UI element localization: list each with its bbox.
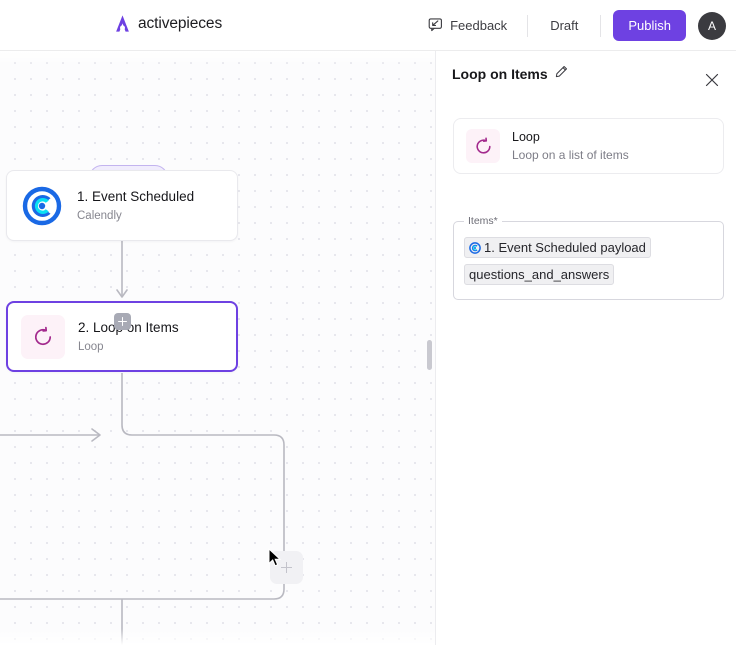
app-root: activepieces Feedback Draft Publish A <box>0 0 736 645</box>
pencil-icon[interactable] <box>555 65 568 83</box>
items-input[interactable]: Items* 1. Event Scheduled payload questi… <box>453 221 724 300</box>
avatar[interactable]: A <box>698 12 726 40</box>
flow-canvas[interactable]: Test flow 1. Event Scheduled Calendly <box>0 51 435 645</box>
close-icon[interactable] <box>705 73 719 92</box>
items-label: Items* <box>464 215 502 227</box>
mouse-cursor <box>268 548 282 573</box>
calendly-icon <box>20 184 64 228</box>
flow-node-subtitle: Loop <box>78 340 179 355</box>
loop-icon <box>21 315 65 359</box>
brand-logo[interactable]: activepieces <box>114 14 222 33</box>
brand-name: activepieces <box>138 15 222 33</box>
step-settings-panel: Loop on Items Loop <box>435 51 736 645</box>
app-header: activepieces Feedback Draft Publish A <box>0 0 736 51</box>
page-title: Loop on Items <box>452 66 548 82</box>
loop-icon <box>466 129 500 163</box>
add-step-button-1[interactable] <box>114 313 131 330</box>
calendly-icon <box>469 237 481 262</box>
draft-status-button[interactable]: Draft <box>536 13 592 38</box>
piece-name: Loop <box>512 129 629 146</box>
feedback-button[interactable]: Feedback <box>416 12 519 40</box>
header-actions: Feedback Draft Publish A <box>416 0 726 51</box>
piece-description: Loop on a list of items <box>512 147 629 163</box>
activepieces-logo-icon <box>114 14 131 33</box>
piece-texts: Loop Loop on a list of items <box>512 129 629 163</box>
feedback-label: Feedback <box>450 18 507 33</box>
flow-node-title: 1. Event Scheduled <box>77 188 194 206</box>
header-divider-2 <box>600 15 601 37</box>
header-divider-1 <box>527 15 528 37</box>
flow-node-texts: 1. Event Scheduled Calendly <box>77 188 194 224</box>
feedback-message-icon <box>428 17 443 35</box>
items-token-chip[interactable]: 1. Event Scheduled payload questions_and… <box>464 237 651 285</box>
canvas-scrollbar[interactable] <box>427 340 432 370</box>
flow-node-event-scheduled[interactable]: 1. Event Scheduled Calendly <box>6 170 238 241</box>
publish-button[interactable]: Publish <box>613 10 686 41</box>
items-token-text: 1. Event Scheduled payload questions_and… <box>469 240 646 282</box>
flow-node-loop-on-items[interactable]: 2. Loop on Items Loop <box>6 301 238 372</box>
flow-node-subtitle: Calendly <box>77 209 194 224</box>
piece-info-card: Loop Loop on a list of items <box>453 118 724 174</box>
panel-header: Loop on Items <box>436 51 736 96</box>
